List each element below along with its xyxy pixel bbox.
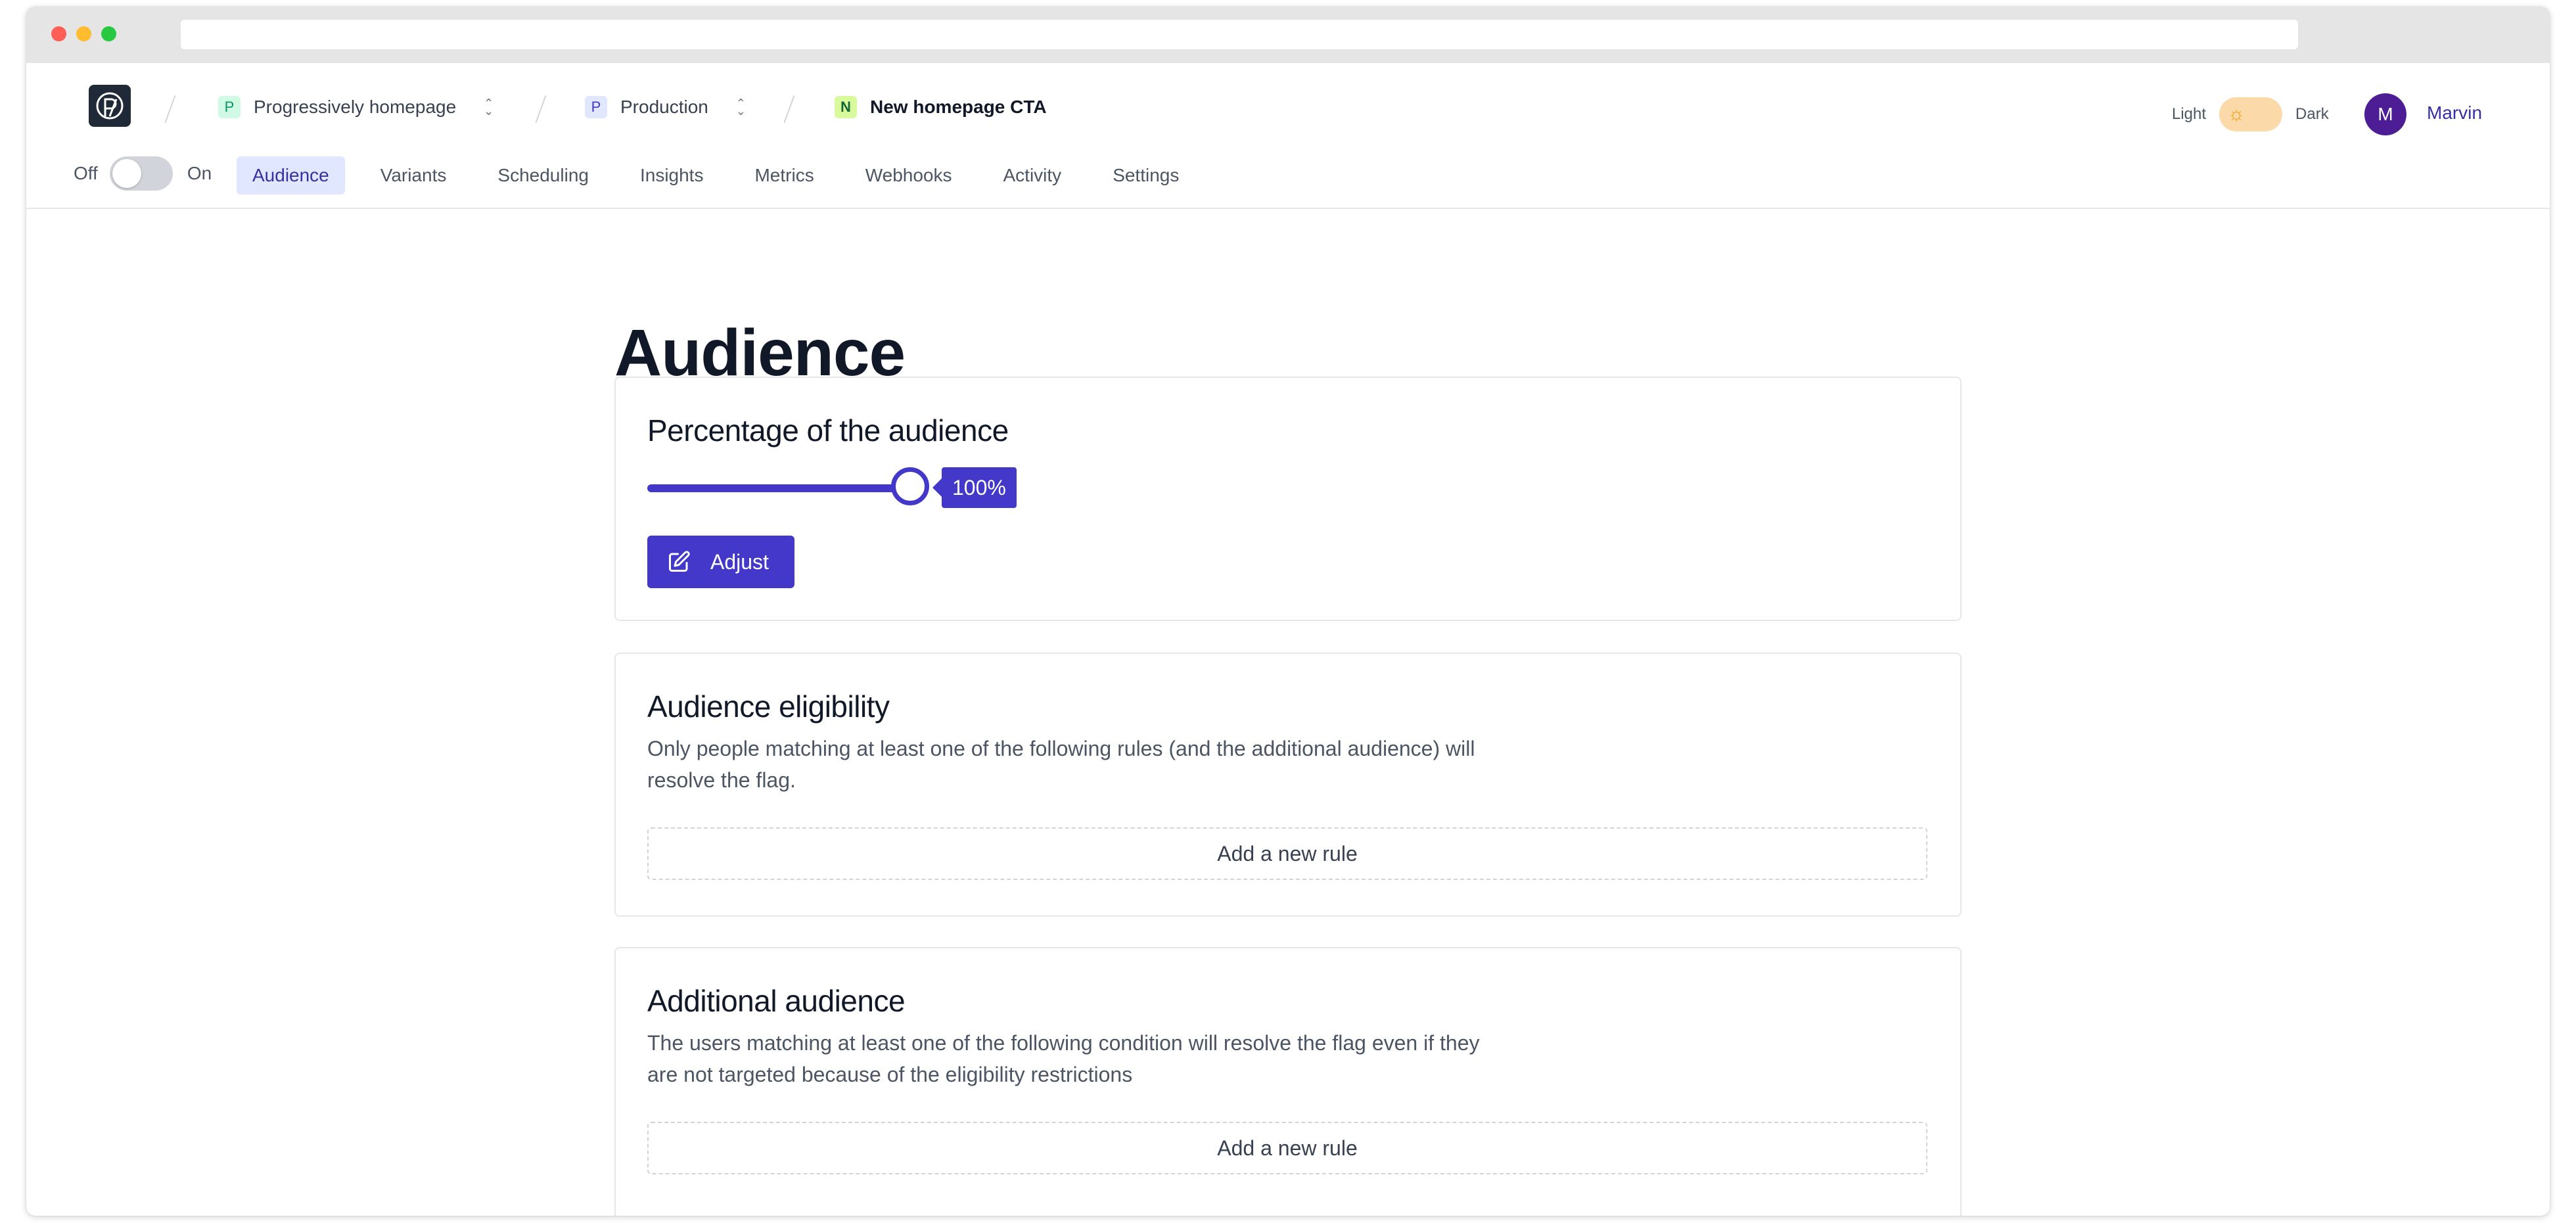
project-badge: P	[218, 96, 241, 118]
browser-window: P Progressively homepage ⌃ ⌄ P Production…	[26, 7, 2550, 1216]
toggle-knob	[112, 159, 141, 188]
additional-card-description: The users matching at least one of the f…	[647, 1031, 1480, 1086]
percentage-card-title: Percentage of the audience	[647, 413, 1009, 448]
browser-chrome	[26, 7, 2550, 63]
additional-card-title: Additional audience	[647, 984, 906, 1018]
chevron-up-down-icon[interactable]: ⌃ ⌄	[736, 97, 746, 117]
edit-icon	[669, 551, 690, 572]
additional-audience-card: Additional audience The users matching a…	[614, 947, 1962, 1216]
tab-list: Audience Variants Scheduling Insights Me…	[237, 156, 1214, 195]
avatar[interactable]: M	[2364, 93, 2406, 135]
project-name: Progressively homepage	[254, 97, 457, 117]
tab-metrics[interactable]: Metrics	[739, 156, 829, 195]
environment-badge: P	[585, 96, 607, 118]
tab-variants[interactable]: Variants	[365, 156, 463, 195]
tab-scheduling[interactable]: Scheduling	[482, 156, 605, 195]
percentage-slider[interactable]	[647, 467, 929, 505]
flag-nav: Off On Audience Variants Scheduling Insi…	[26, 135, 2550, 209]
page-title: Audience	[614, 316, 906, 390]
flag-toggle[interactable]	[109, 156, 173, 191]
breadcrumb-separator	[535, 95, 547, 124]
app-logo[interactable]	[89, 85, 131, 127]
eligibility-card: Audience eligibility Only people matchin…	[614, 653, 1962, 917]
flag-badge: N	[835, 96, 857, 118]
switch-off-label: Off	[74, 163, 98, 183]
user-name-link[interactable]: Marvin	[2427, 103, 2482, 124]
sun-icon: ☼	[2222, 100, 2251, 129]
slider-value-tooltip: 100%	[932, 467, 1017, 508]
environment-name: Production	[620, 97, 708, 117]
adjust-button-label: Adjust	[710, 549, 769, 574]
add-additional-rule-button[interactable]: Add a new rule	[647, 1122, 1927, 1174]
theme-light-label: Light	[2172, 105, 2207, 123]
close-window-button[interactable]	[51, 26, 66, 41]
breadcrumb-project[interactable]: P Progressively homepage ⌃ ⌄	[218, 95, 494, 120]
add-eligibility-rule-button[interactable]: Add a new rule	[647, 827, 1927, 880]
flag-name: New homepage CTA	[870, 97, 1047, 117]
eligibility-card-title: Audience eligibility	[647, 689, 890, 724]
theme-dark-label: Dark	[2295, 105, 2329, 123]
breadcrumb-flag: N New homepage CTA	[835, 95, 1047, 120]
breadcrumb-environment[interactable]: P Production ⌃ ⌄	[585, 95, 746, 120]
tab-activity[interactable]: Activity	[988, 156, 1078, 195]
logo-icon	[96, 92, 124, 120]
switch-on-label: On	[187, 163, 212, 183]
adjust-button[interactable]: Adjust	[647, 536, 794, 588]
chevron-up-down-icon[interactable]: ⌃ ⌄	[484, 97, 494, 117]
flag-status-switch: Off On	[74, 156, 212, 191]
top-header: P Progressively homepage ⌃ ⌄ P Production…	[26, 63, 2550, 135]
tab-audience[interactable]: Audience	[237, 156, 345, 195]
theme-switcher: Light ☼ Dark	[2172, 97, 2329, 131]
tab-insights[interactable]: Insights	[624, 156, 720, 195]
percentage-card: Percentage of the audience 100% Adjust	[614, 377, 1962, 621]
breadcrumb-separator	[164, 95, 176, 124]
theme-toggle[interactable]: ☼	[2219, 97, 2283, 131]
tab-webhooks[interactable]: Webhooks	[850, 156, 968, 195]
breadcrumb-separator	[783, 95, 795, 124]
address-bar[interactable]	[181, 20, 2298, 49]
slider-fill	[647, 484, 910, 492]
eligibility-card-description: Only people matching at least one of the…	[647, 737, 1475, 792]
slider-thumb[interactable]	[891, 467, 929, 505]
minimize-window-button[interactable]	[76, 26, 91, 41]
maximize-window-button[interactable]	[101, 26, 116, 41]
tab-settings[interactable]: Settings	[1097, 156, 1195, 195]
